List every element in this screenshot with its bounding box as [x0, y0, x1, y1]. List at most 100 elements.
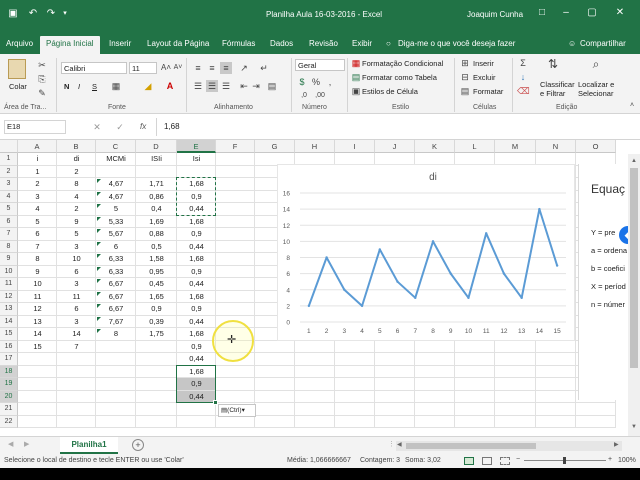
horizontal-scrollbar[interactable]: ◀ ▶ [396, 441, 622, 451]
cell[interactable]: 9 [18, 266, 57, 279]
cell[interactable]: 0,9 [177, 303, 216, 316]
align-right-icon[interactable]: ☰ [220, 80, 232, 92]
vertical-scrollbar[interactable]: ▲ ▼ [628, 154, 640, 436]
row-header[interactable]: 22 [0, 415, 18, 428]
row-header[interactable]: 14 [0, 315, 18, 328]
delete-cells-button[interactable]: Excluir [473, 73, 496, 82]
cell[interactable]: 4,67 [96, 178, 136, 191]
cell[interactable]: 1,58 [136, 253, 177, 266]
error-indicator-icon[interactable] [97, 304, 101, 308]
error-indicator-icon[interactable] [97, 241, 101, 246]
close-icon[interactable]: ✕ [612, 6, 628, 20]
cell[interactable]: 3 [57, 316, 96, 329]
cell[interactable]: 3 [57, 241, 96, 254]
font-size-select[interactable]: 11 [129, 62, 157, 74]
cell[interactable]: 6 [18, 228, 57, 241]
cell[interactable]: 6,67 [96, 303, 136, 316]
scroll-up-icon[interactable]: ▲ [631, 158, 637, 164]
cell[interactable]: 0,9 [136, 303, 177, 316]
cell[interactable]: 4 [18, 203, 57, 216]
undo-icon[interactable]: ↶ [26, 7, 40, 21]
cell[interactable]: 5 [18, 216, 57, 229]
paste-button[interactable]: Colar [9, 82, 27, 91]
row-header[interactable]: 9 [0, 253, 18, 266]
confirm-entry-icon[interactable]: ✓ [114, 121, 126, 133]
cell[interactable]: 11 [57, 291, 96, 304]
format-cells-button[interactable]: Formatar [473, 87, 503, 96]
scroll-left-icon[interactable]: ◀ [397, 441, 402, 448]
row-header[interactable]: 8 [0, 240, 18, 253]
error-indicator-icon[interactable] [97, 279, 101, 283]
cell[interactable]: 6,33 [96, 253, 136, 266]
cell[interactable]: 7,67 [96, 316, 136, 329]
wrap-text-icon[interactable]: ↵ [258, 62, 270, 74]
page-layout-view-icon[interactable] [482, 457, 492, 465]
zoom-out-icon[interactable]: − [516, 456, 520, 463]
cell[interactable]: 0,86 [136, 191, 177, 204]
name-box[interactable]: E18 [4, 120, 66, 134]
tab-split-icon[interactable]: ⋮ [388, 440, 395, 448]
column-header[interactable]: J [375, 140, 415, 153]
cell[interactable]: 6 [57, 266, 96, 279]
row-header[interactable]: 21 [0, 403, 18, 416]
autosum-icon[interactable]: Σ [517, 57, 529, 69]
cell[interactable]: 5,33 [96, 216, 136, 229]
underline-button[interactable]: S [92, 82, 97, 91]
redo-icon[interactable]: ↷ [44, 7, 58, 21]
sheet-tab-planilha1[interactable]: Planilha1 [60, 437, 118, 454]
collapse-ribbon-icon[interactable]: ˄ [626, 100, 638, 112]
column-header[interactable]: O [576, 140, 616, 153]
next-sheet-icon[interactable]: ▶ [24, 440, 29, 448]
column-header[interactable]: C [96, 140, 136, 153]
column-header[interactable]: L [455, 140, 495, 153]
cell[interactable]: 6,33 [96, 266, 136, 279]
error-indicator-icon[interactable] [97, 329, 101, 333]
tab-file[interactable]: Arquivo [6, 39, 33, 48]
cell[interactable]: 0,4 [136, 203, 177, 216]
tab-formulas[interactable]: Fórmulas [222, 39, 255, 48]
tab-insert[interactable]: Inserir [109, 39, 131, 48]
cell[interactable]: 1,69 [136, 216, 177, 229]
cell[interactable]: 13 [18, 316, 57, 329]
orientation-icon[interactable]: ↗ [238, 62, 250, 74]
cell[interactable]: 14 [57, 328, 96, 341]
insert-function-button[interactable]: fx [140, 122, 146, 131]
row-header[interactable]: 11 [0, 278, 18, 291]
conditional-format-button[interactable]: Formatação Condicional [362, 59, 443, 68]
prev-sheet-icon[interactable]: ◀ [8, 440, 13, 448]
column-header[interactable]: G [255, 140, 295, 153]
paste-options-button[interactable]: ▤(Ctrl)▾ [218, 404, 256, 417]
ribbon-display-icon[interactable]: □ [534, 6, 550, 20]
row-header[interactable]: 13 [0, 303, 18, 316]
cell[interactable]: 3 [18, 191, 57, 204]
row-header[interactable]: 18 [0, 365, 18, 378]
new-sheet-icon[interactable]: + [132, 439, 144, 451]
error-indicator-icon[interactable] [97, 229, 101, 233]
cell[interactable]: 14 [18, 328, 57, 341]
error-indicator-icon[interactable] [97, 254, 101, 258]
cell[interactable]: 4,67 [96, 191, 136, 204]
cell[interactable]: i [18, 153, 57, 166]
scroll-down-icon[interactable]: ▼ [631, 424, 637, 430]
cell[interactable]: di [57, 153, 96, 166]
tab-page-layout[interactable]: Layout da Página [147, 39, 209, 48]
zoom-slider-thumb[interactable] [563, 457, 566, 464]
cell[interactable]: 5 [96, 203, 136, 216]
row-header[interactable]: 3 [0, 178, 18, 191]
column-header[interactable]: E [177, 140, 216, 153]
row-header[interactable]: 4 [0, 190, 18, 203]
align-left-icon[interactable]: ☰ [192, 80, 204, 92]
cut-icon[interactable]: ✂ [36, 59, 48, 71]
row-header[interactable]: 16 [0, 340, 18, 353]
cell[interactable]: 11 [18, 291, 57, 304]
cell[interactable]: 6,67 [96, 291, 136, 304]
tell-me-box[interactable]: Diga-me o que você deseja fazer [398, 39, 515, 48]
cell[interactable]: 2 [18, 178, 57, 191]
cell[interactable]: 8 [96, 328, 136, 341]
row-header[interactable]: 10 [0, 265, 18, 278]
sort-filter-button[interactable]: Classificar e Filtrar [540, 80, 576, 98]
cell[interactable]: 1,75 [136, 328, 177, 341]
cell[interactable]: 6 [57, 303, 96, 316]
error-indicator-icon[interactable] [97, 266, 101, 271]
bold-button[interactable]: N [64, 82, 69, 91]
